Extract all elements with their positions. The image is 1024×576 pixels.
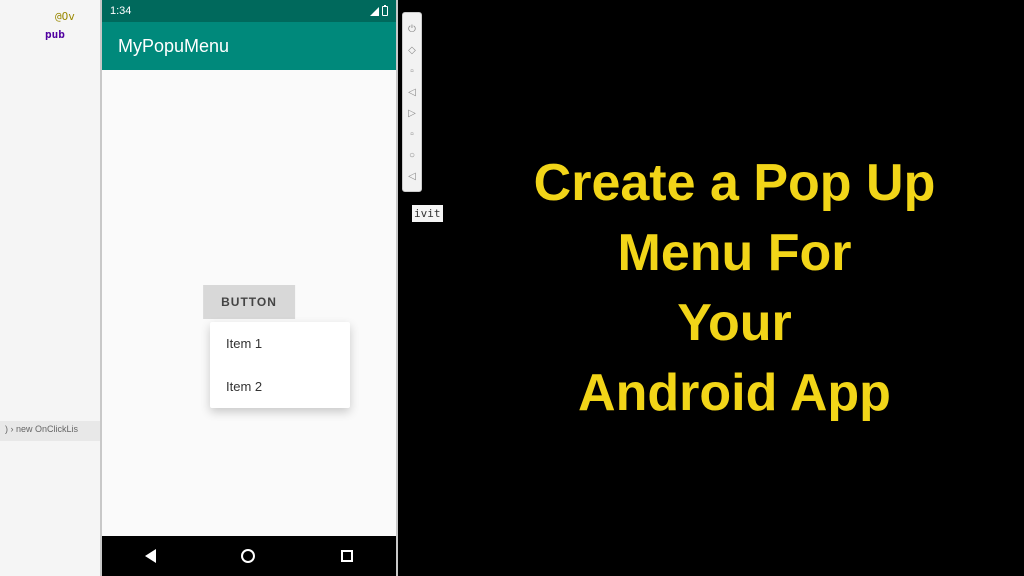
zoom-icon[interactable]: ○ — [407, 150, 417, 160]
slide-title-panel: Create a Pop Up Menu For Your Android Ap… — [445, 0, 1024, 576]
slide-line-3: Your — [534, 288, 936, 358]
ide-background: @Ov pub ) › new OnClickLis — [0, 0, 100, 576]
left-panel: @Ov pub ) › new OnClickLis ivit 1:34 MyP… — [0, 0, 445, 576]
back-icon[interactable]: ◁ — [407, 171, 417, 181]
volume-down-icon[interactable]: ▫ — [407, 66, 417, 76]
app-bar: MyPopuMenu — [102, 22, 396, 70]
nav-bar — [102, 536, 396, 576]
popup-menu: Item 1 Item 2 — [210, 322, 350, 408]
slide-line-1: Create a Pop Up — [534, 148, 936, 218]
slide-line-4: Android App — [534, 358, 936, 428]
slide-line-2: Menu For — [534, 218, 936, 288]
nav-recent-icon[interactable] — [341, 550, 353, 562]
code-modifier: pub — [45, 28, 65, 41]
volume-up-icon[interactable]: ◇ — [407, 45, 417, 55]
nav-back-icon[interactable] — [145, 549, 156, 563]
slide-title: Create a Pop Up Menu For Your Android Ap… — [534, 148, 936, 429]
nav-home-icon[interactable] — [241, 549, 255, 563]
phone-screen: 1:34 MyPopuMenu BUTTON Item 1 Item 2 — [102, 0, 396, 576]
rotate-right-icon[interactable]: ▷ — [407, 108, 417, 118]
popup-item-2[interactable]: Item 2 — [210, 365, 350, 408]
signal-icon — [370, 7, 379, 16]
camera-icon[interactable]: ▫ — [407, 129, 417, 139]
app-title: MyPopuMenu — [118, 36, 229, 57]
status-time: 1:34 — [110, 5, 131, 17]
trigger-button[interactable]: BUTTON — [203, 285, 295, 319]
code-fragment: ivit — [412, 205, 443, 222]
code-annotation: @Ov — [55, 10, 75, 23]
breadcrumb: ) › new OnClickLis — [0, 421, 100, 441]
popup-item-1[interactable]: Item 1 — [210, 322, 350, 365]
emulator-toolbar: ⏻ ◇ ▫ ◁ ▷ ▫ ○ ◁ — [402, 12, 422, 192]
app-content: BUTTON Item 1 Item 2 — [102, 70, 396, 536]
battery-icon — [382, 6, 388, 16]
power-icon[interactable]: ⏻ — [407, 24, 417, 34]
status-bar: 1:34 — [102, 0, 396, 22]
android-emulator: 1:34 MyPopuMenu BUTTON Item 1 Item 2 — [100, 0, 398, 576]
rotate-left-icon[interactable]: ◁ — [407, 87, 417, 97]
